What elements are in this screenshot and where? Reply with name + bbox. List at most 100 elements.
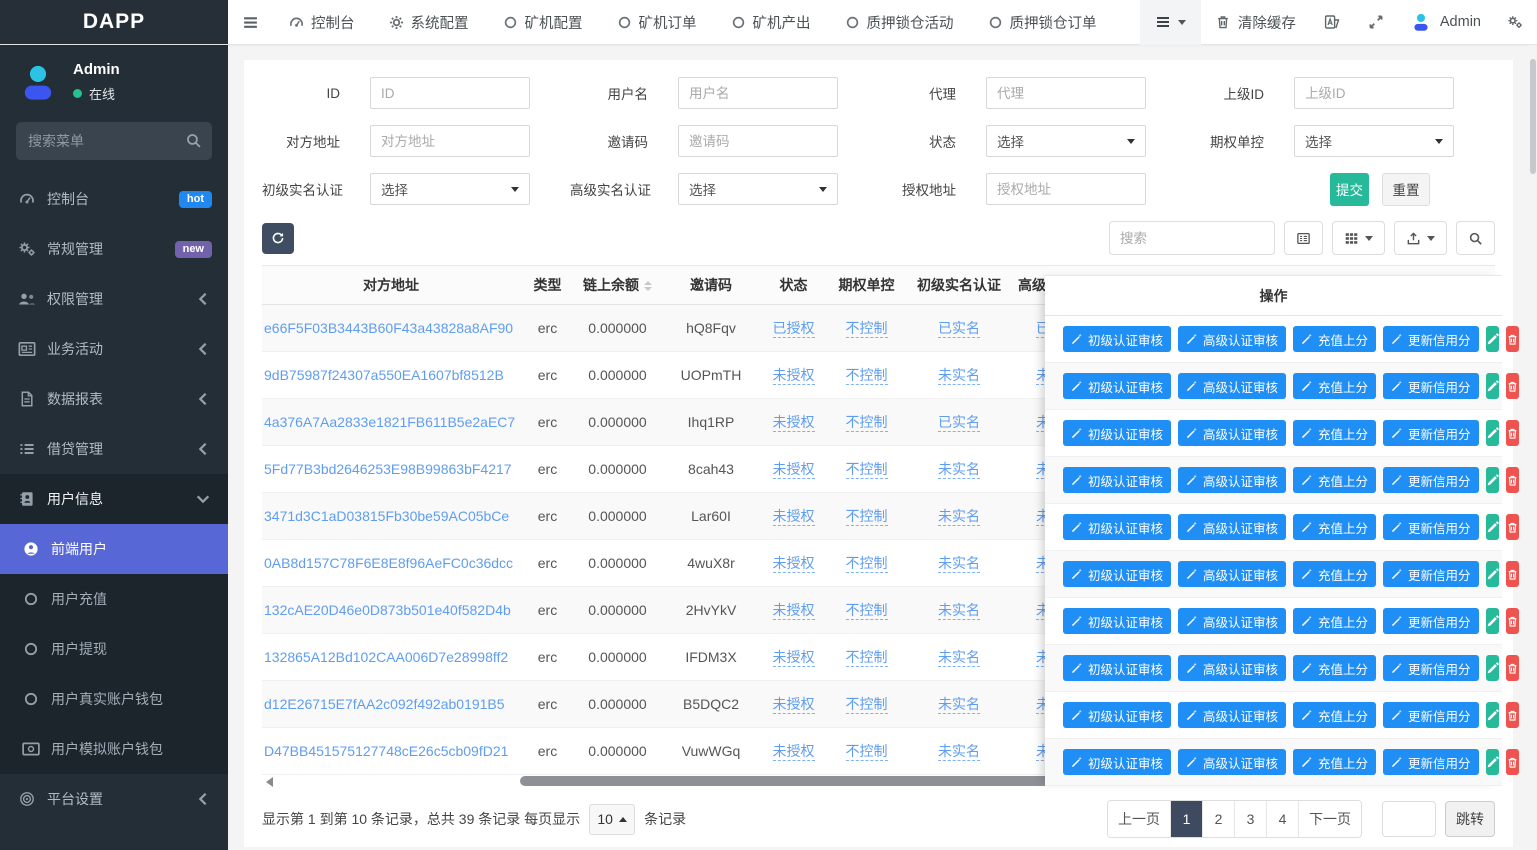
primary-kyc-link[interactable]: 未实名 <box>938 367 980 385</box>
recharge-credit-button[interactable]: 充值上分 <box>1293 749 1376 775</box>
update-credit-score-button[interactable]: 更新信用分 <box>1383 373 1479 399</box>
search-toggle-button[interactable] <box>1456 221 1495 255</box>
advanced-kyc-review-button[interactable]: 高级认证审核 <box>1178 467 1286 493</box>
recharge-credit-button[interactable]: 充值上分 <box>1293 608 1376 634</box>
submit-button[interactable]: 提交 <box>1330 173 1369 206</box>
status-link[interactable]: 未授权 <box>773 649 815 667</box>
advanced-kyc-review-button[interactable]: 高级认证审核 <box>1178 326 1286 352</box>
sidebar-item-loan-management[interactable]: 借贷管理 <box>0 424 228 474</box>
page-button-4[interactable]: 4 <box>1266 801 1298 837</box>
primary-kyc-review-button[interactable]: 初级认证审核 <box>1063 373 1171 399</box>
sidebar-item-platform-settings[interactable]: 平台设置 <box>0 774 228 824</box>
edit-button[interactable] <box>1486 467 1499 493</box>
detail-view-button[interactable] <box>1284 221 1323 255</box>
advanced-kyc-review-button[interactable]: 高级认证审核 <box>1178 655 1286 681</box>
recharge-credit-button[interactable]: 充值上分 <box>1293 514 1376 540</box>
reset-button[interactable]: 重置 <box>1382 173 1430 206</box>
address-link[interactable]: 4a376A7Aa2833e1821FB611B5e2aEC7 <box>264 414 515 430</box>
option-control-link[interactable]: 不控制 <box>846 696 888 714</box>
prev-page-button[interactable]: 上一页 <box>1108 801 1170 837</box>
primary-kyc-review-button[interactable]: 初级认证审核 <box>1063 608 1171 634</box>
update-credit-score-button[interactable]: 更新信用分 <box>1383 514 1479 540</box>
primary-kyc-review-button[interactable]: 初级认证审核 <box>1063 514 1171 540</box>
recharge-credit-button[interactable]: 充值上分 <box>1293 326 1376 352</box>
address-link[interactable]: 3471d3C1aD03815Fb30be59AC05bCe <box>264 508 509 524</box>
sidebar-item-frontend-user[interactable]: 前端用户 <box>0 524 228 574</box>
status-link[interactable]: 未授权 <box>773 696 815 714</box>
edit-button[interactable] <box>1486 420 1499 446</box>
advanced-kyc-review-button[interactable]: 高级认证审核 <box>1178 561 1286 587</box>
option-control-link[interactable]: 不控制 <box>846 743 888 761</box>
refresh-button[interactable] <box>262 223 294 254</box>
update-credit-score-button[interactable]: 更新信用分 <box>1383 561 1479 587</box>
topnav-item-miner-order[interactable]: 矿机订单 <box>600 0 714 45</box>
columns-button[interactable] <box>1332 221 1385 255</box>
address-link[interactable]: D47BB451575127748cE26c5cb09fD21 <box>264 743 508 759</box>
topnav-item-system-config[interactable]: 系统配置 <box>372 0 486 45</box>
topnav-item-miner-config[interactable]: 矿机配置 <box>486 0 600 45</box>
primary-kyc-link[interactable]: 未实名 <box>938 461 980 479</box>
option-control-link[interactable]: 不控制 <box>846 320 888 338</box>
option-control-link[interactable]: 不控制 <box>846 508 888 526</box>
edit-button[interactable] <box>1486 373 1499 399</box>
edit-button[interactable] <box>1486 655 1499 681</box>
sidebar-toggle-button[interactable] <box>228 0 272 45</box>
primary-kyc-link[interactable]: 已实名 <box>938 414 980 432</box>
recharge-credit-button[interactable]: 充值上分 <box>1293 561 1376 587</box>
filter-input-invite-code[interactable] <box>678 125 838 157</box>
clear-cache-button[interactable]: 清除缓存 <box>1201 0 1310 45</box>
column-header-2[interactable]: 链上余额 <box>575 275 660 295</box>
address-link[interactable]: e66F5F03B3443B60F43a43828a8AF90 <box>264 320 513 336</box>
primary-kyc-review-button[interactable]: 初级认证审核 <box>1063 749 1171 775</box>
sidebar-item-user-info[interactable]: 用户信息 <box>0 474 228 524</box>
option-control-link[interactable]: 不控制 <box>846 602 888 620</box>
delete-button[interactable] <box>1506 420 1519 446</box>
vertical-scrollbar-thumb[interactable] <box>1530 59 1536 174</box>
delete-button[interactable] <box>1506 373 1519 399</box>
status-link[interactable]: 未授权 <box>773 414 815 432</box>
topnav-item-staking-activity[interactable]: 质押锁仓活动 <box>828 0 971 45</box>
recharge-credit-button[interactable]: 充值上分 <box>1293 655 1376 681</box>
primary-kyc-link[interactable]: 未实名 <box>938 743 980 761</box>
primary-kyc-link[interactable]: 未实名 <box>938 555 980 573</box>
delete-button[interactable] <box>1506 608 1519 634</box>
delete-button[interactable] <box>1506 749 1519 775</box>
address-link[interactable]: 5Fd77B3bd2646253E98B99863bF4217 <box>264 461 512 477</box>
status-link[interactable]: 未授权 <box>773 743 815 761</box>
primary-kyc-link[interactable]: 已实名 <box>938 320 980 338</box>
option-control-link[interactable]: 不控制 <box>846 649 888 667</box>
app-logo[interactable]: DAPP <box>0 0 228 44</box>
address-link[interactable]: 9dB75987f24307a550EA1607bf8512B <box>264 367 504 383</box>
address-link[interactable]: 132cAE20D46e0D873b501e40f582D4b <box>264 602 511 618</box>
primary-kyc-review-button[interactable]: 初级认证审核 <box>1063 561 1171 587</box>
sidebar-item-data-report[interactable]: 数据报表 <box>0 374 228 424</box>
filter-select-primary-kyc[interactable]: 选择 <box>370 173 530 205</box>
edit-button[interactable] <box>1486 749 1499 775</box>
advanced-kyc-review-button[interactable]: 高级认证审核 <box>1178 749 1286 775</box>
primary-kyc-review-button[interactable]: 初级认证审核 <box>1063 467 1171 493</box>
filter-input-parent-id[interactable] <box>1294 77 1454 109</box>
delete-button[interactable] <box>1506 655 1519 681</box>
primary-kyc-review-button[interactable]: 初级认证审核 <box>1063 420 1171 446</box>
recharge-credit-button[interactable]: 充值上分 <box>1293 420 1376 446</box>
jump-page-input[interactable] <box>1382 801 1436 837</box>
page-button-2[interactable]: 2 <box>1202 801 1234 837</box>
status-link[interactable]: 未授权 <box>773 555 815 573</box>
sort-icon[interactable] <box>644 281 652 291</box>
sidebar-item-permission-management[interactable]: 权限管理 <box>0 274 228 324</box>
sidebar-item-general-management[interactable]: 常规管理new <box>0 224 228 274</box>
sidebar-item-business-activity[interactable]: 业务活动 <box>0 324 228 374</box>
recharge-credit-button[interactable]: 充值上分 <box>1293 702 1376 728</box>
update-credit-score-button[interactable]: 更新信用分 <box>1383 420 1479 446</box>
primary-kyc-review-button[interactable]: 初级认证审核 <box>1063 326 1171 352</box>
update-credit-score-button[interactable]: 更新信用分 <box>1383 749 1479 775</box>
option-control-link[interactable]: 不控制 <box>846 555 888 573</box>
update-credit-score-button[interactable]: 更新信用分 <box>1383 326 1479 352</box>
menu-dropdown-button[interactable] <box>1140 0 1201 45</box>
filter-input-username[interactable] <box>678 77 838 109</box>
primary-kyc-review-button[interactable]: 初级认证审核 <box>1063 655 1171 681</box>
fullscreen-button[interactable] <box>1354 0 1398 45</box>
user-menu[interactable]: Admin <box>1398 0 1493 45</box>
page-button-3[interactable]: 3 <box>1234 801 1266 837</box>
delete-button[interactable] <box>1506 702 1519 728</box>
